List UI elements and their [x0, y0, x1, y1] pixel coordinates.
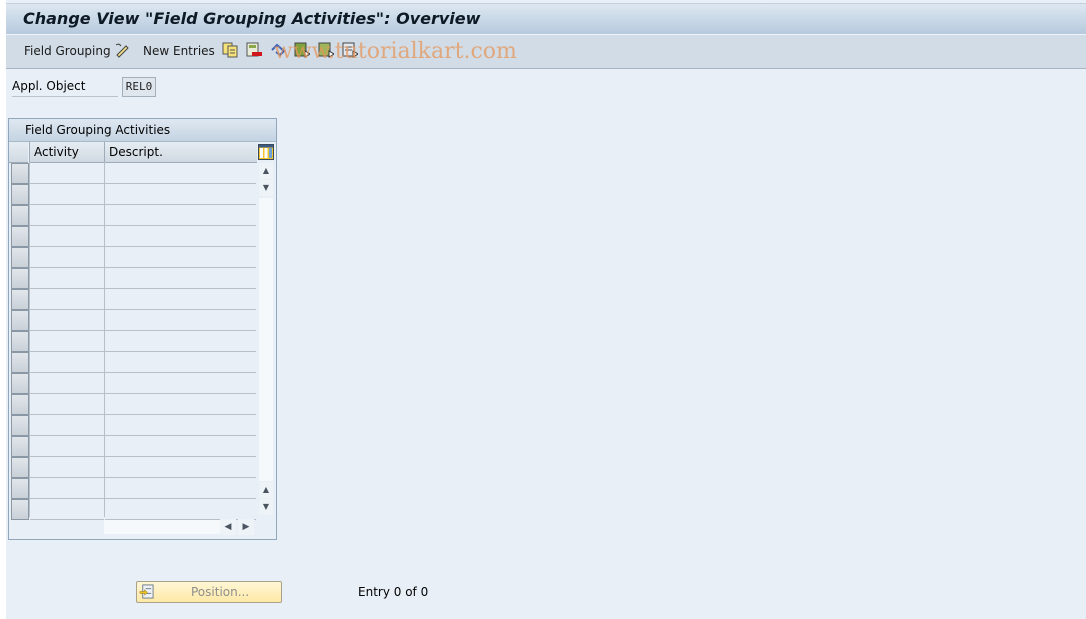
row-selector[interactable] — [11, 226, 29, 247]
cell-activity[interactable] — [30, 373, 104, 394]
new-entries-button[interactable]: New Entries — [143, 44, 215, 58]
row-selector[interactable] — [11, 499, 29, 520]
cell-description[interactable] — [105, 436, 256, 457]
cell-description[interactable] — [105, 373, 256, 394]
row-selector[interactable] — [11, 352, 29, 373]
undo-icon[interactable] — [270, 42, 286, 58]
cell-description[interactable] — [105, 268, 256, 289]
row-selector[interactable] — [11, 268, 29, 289]
row-selector[interactable] — [11, 478, 29, 499]
cell-activity[interactable] — [30, 499, 104, 520]
field-grouping-button[interactable]: Field Grouping — [24, 44, 111, 58]
cell-activity[interactable] — [30, 205, 104, 226]
column-divider — [104, 162, 105, 517]
select-block-icon[interactable] — [318, 42, 334, 58]
cell-description[interactable] — [105, 247, 256, 268]
position-icon — [139, 584, 154, 599]
cell-description[interactable] — [105, 478, 256, 499]
row-selector[interactable] — [11, 373, 29, 394]
position-button-label: Position... — [191, 585, 250, 599]
cell-description[interactable] — [105, 163, 256, 184]
window-edge — [0, 0, 6, 619]
scroll-page-down-button[interactable]: ▼ — [259, 499, 273, 515]
row-selector[interactable] — [11, 163, 29, 184]
cell-activity[interactable] — [30, 415, 104, 436]
table-title: Field Grouping Activities — [25, 123, 171, 137]
cell-description[interactable] — [105, 457, 256, 478]
table-title-bar: Field Grouping Activities — [9, 119, 276, 142]
column-divider — [29, 162, 30, 517]
appl-object-field[interactable]: REL0 — [122, 77, 156, 97]
scroll-down-button[interactable]: ▼ — [259, 180, 273, 196]
edit-display-toggle-icon[interactable] — [114, 42, 130, 58]
scroll-page-up-button[interactable]: ▲ — [259, 482, 273, 498]
cell-description[interactable] — [105, 205, 256, 226]
cell-activity[interactable] — [30, 457, 104, 478]
select-all-rows-header[interactable] — [9, 142, 28, 163]
row-selector[interactable] — [11, 205, 29, 226]
cell-description[interactable] — [105, 226, 256, 247]
cell-description[interactable] — [105, 415, 256, 436]
cell-activity[interactable] — [30, 310, 104, 331]
row-selector[interactable] — [11, 457, 29, 478]
title-bar: Change View "Field Grouping Activities":… — [6, 3, 1086, 35]
application-toolbar: Field Grouping New Entries www.tutorialk… — [6, 34, 1086, 69]
cell-activity[interactable] — [30, 184, 104, 205]
cell-activity[interactable] — [30, 247, 104, 268]
row-selector[interactable] — [11, 184, 29, 205]
column-header-description[interactable]: Descript. — [104, 142, 257, 163]
deselect-all-icon[interactable] — [342, 42, 358, 58]
cell-description[interactable] — [105, 352, 256, 373]
cell-activity[interactable] — [30, 478, 104, 499]
delete-icon[interactable] — [246, 42, 262, 58]
appl-object-label: Appl. Object — [12, 79, 118, 97]
cell-description[interactable] — [105, 289, 256, 310]
cell-description[interactable] — [105, 331, 256, 352]
scroll-right-button[interactable]: ▶ — [238, 519, 254, 535]
cell-description[interactable] — [105, 394, 256, 415]
row-selector[interactable] — [11, 331, 29, 352]
cell-description[interactable] — [105, 499, 256, 520]
column-header-activity[interactable]: Activity — [29, 142, 104, 163]
table-settings-icon[interactable] — [258, 144, 274, 160]
vertical-scrollbar[interactable] — [259, 198, 273, 481]
row-selector[interactable] — [11, 247, 29, 268]
cell-activity[interactable] — [30, 331, 104, 352]
cell-description[interactable] — [105, 310, 256, 331]
cell-description[interactable] — [105, 184, 256, 205]
row-selector[interactable] — [11, 436, 29, 457]
cell-activity[interactable] — [30, 289, 104, 310]
horizontal-scrollbar[interactable] — [104, 520, 220, 534]
cell-activity[interactable] — [30, 436, 104, 457]
cell-activity[interactable] — [30, 394, 104, 415]
cell-activity[interactable] — [30, 163, 104, 184]
watermark: www.tutorialkart.com — [274, 39, 517, 64]
row-selector[interactable] — [11, 289, 29, 310]
position-button[interactable]: Position... — [136, 581, 282, 603]
scroll-up-button[interactable]: ▲ — [259, 163, 273, 179]
cell-activity[interactable] — [30, 226, 104, 247]
copy-icon[interactable] — [222, 42, 238, 58]
row-selector[interactable] — [11, 415, 29, 436]
row-selector[interactable] — [11, 310, 29, 331]
select-all-icon[interactable] — [294, 42, 310, 58]
row-selector[interactable] — [11, 394, 29, 415]
page-title: Change View "Field Grouping Activities":… — [23, 9, 481, 28]
cell-activity[interactable] — [30, 268, 104, 289]
scroll-left-button[interactable]: ◀ — [220, 519, 236, 535]
cell-activity[interactable] — [30, 352, 104, 373]
table-control: Field Grouping Activities Activity Descr… — [8, 118, 277, 540]
entry-count: Entry 0 of 0 — [358, 585, 429, 599]
